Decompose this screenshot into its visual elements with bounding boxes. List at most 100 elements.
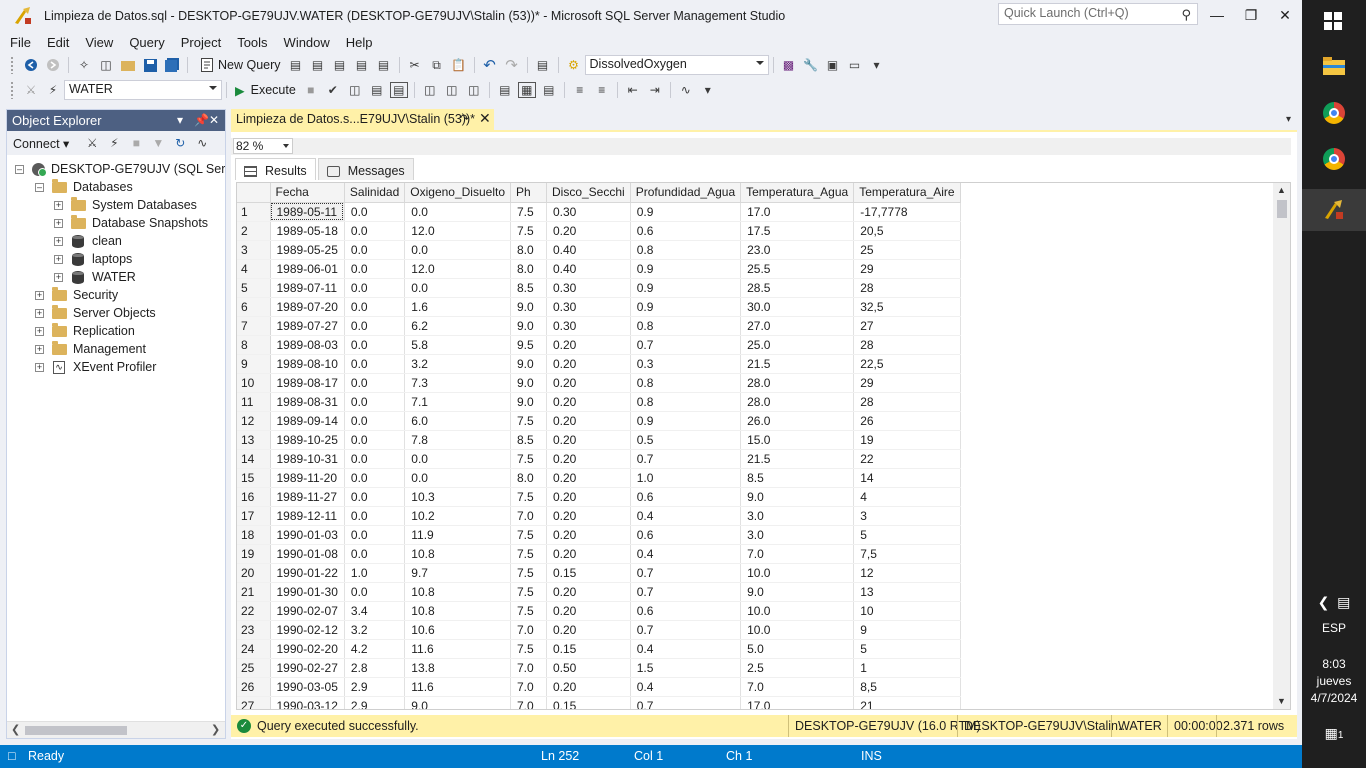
grid-cell[interactable]: 0.50 [546, 658, 631, 678]
grid-cell[interactable]: 10.8 [404, 544, 511, 564]
grid-cell[interactable]: 1989-08-03 [270, 335, 345, 355]
grid-cell[interactable]: 0.4 [630, 544, 742, 564]
grid-cell[interactable]: 3 [853, 506, 961, 526]
grid-cell[interactable]: 10.6 [404, 620, 511, 640]
grid-cell[interactable]: 0.0 [344, 335, 406, 355]
grid-cell[interactable]: 3.0 [740, 506, 855, 526]
grid-cell[interactable]: 7.5 [510, 487, 547, 507]
grid-cell[interactable]: 0.0 [344, 525, 406, 545]
table-row[interactable]: 7 1989-07-27 0.0 6.2 9.0 0.30 0.8 27.0 27 [237, 316, 961, 336]
results-to-text-icon[interactable]: ▤ [496, 82, 514, 98]
grid-cell[interactable]: 1989-10-25 [270, 430, 345, 450]
collapse-icon[interactable]: – [35, 182, 44, 192]
grid-cell[interactable]: 0.30 [546, 297, 631, 317]
tray-icons[interactable]: ❮ ▤ [1302, 594, 1366, 611]
add-item-icon[interactable]: ◫ [97, 57, 115, 73]
row-number[interactable]: 16 [237, 487, 271, 507]
grid-cell[interactable]: 26.0 [740, 411, 855, 431]
grid-cell[interactable]: 7.8 [404, 430, 511, 450]
grid-cell[interactable]: 32,5 [853, 297, 961, 317]
table-row[interactable]: 25 1990-02-27 2.8 13.8 7.0 0.50 1.5 2.5 1 [237, 658, 961, 678]
grid-cell[interactable]: 0.30 [546, 202, 631, 222]
dmx-query-icon[interactable]: ▤ [331, 57, 349, 73]
grid-cell[interactable]: 1989-05-18 [270, 221, 345, 241]
table-row[interactable]: 27 1990-03-12 2.9 9.0 7.0 0.15 0.7 17.0 21 [237, 696, 961, 709]
back-icon[interactable] [22, 57, 40, 73]
grid-cell[interactable]: 28.5 [740, 278, 855, 298]
xmla-query-icon[interactable]: ▤ [353, 57, 371, 73]
table-row[interactable]: 24 1990-02-20 4.2 11.6 7.5 0.15 0.4 5.0 5 [237, 639, 961, 659]
pin-icon[interactable]: 📌 [194, 113, 209, 127]
toolbox-icon[interactable]: ▣ [824, 57, 842, 73]
grid-cell[interactable]: 28 [853, 278, 961, 298]
grid-cell[interactable]: 10.0 [740, 601, 855, 621]
grid-cell[interactable]: 0.7 [630, 449, 742, 469]
row-number[interactable]: 21 [237, 582, 271, 602]
db-engine-query-icon[interactable]: ▤ [287, 57, 305, 73]
expand-icon[interactable]: + [54, 200, 63, 210]
grid-cell[interactable]: 0.8 [630, 316, 742, 336]
grid-cell[interactable]: 0.5 [630, 430, 742, 450]
grid-cell[interactable]: 7.5 [510, 639, 547, 659]
mdx-query-icon[interactable]: ▤ [309, 57, 327, 73]
grid-cell[interactable]: 1989-07-27 [270, 316, 345, 336]
grid-cell[interactable]: 17.5 [740, 221, 855, 241]
save-icon[interactable] [141, 57, 159, 73]
grid-cell[interactable]: 0.0 [344, 506, 406, 526]
table-row[interactable]: 23 1990-02-12 3.2 10.6 7.0 0.20 0.7 10.0 9 [237, 620, 961, 640]
grid-cell[interactable]: 6.0 [404, 411, 511, 431]
grid-cell[interactable]: 0.15 [546, 696, 631, 709]
grid-cell[interactable]: 0.0 [344, 278, 406, 298]
row-number[interactable]: 2 [237, 221, 271, 241]
table-row[interactable]: 6 1989-07-20 0.0 1.6 9.0 0.30 0.9 30.0 32,5 [237, 297, 961, 317]
grid-cell[interactable]: 0.20 [546, 487, 631, 507]
tree-node-xevent-profiler[interactable]: + ∿ XEvent Profiler [35, 358, 156, 376]
grid-cell[interactable]: 11.6 [404, 677, 511, 697]
grid-cell[interactable]: 9.0 [740, 582, 855, 602]
grid-cell[interactable]: 0.20 [546, 620, 631, 640]
grid-cell[interactable]: 20,5 [853, 221, 961, 241]
row-number[interactable]: 17 [237, 506, 271, 526]
horizontal-scrollbar[interactable]: ❮ ❯ [7, 721, 225, 738]
grid-cell[interactable]: 9.0 [404, 696, 511, 709]
grid-cell[interactable]: 0.0 [404, 240, 511, 260]
grid-cell[interactable]: 26 [853, 411, 961, 431]
row-number[interactable]: 9 [237, 354, 271, 374]
grid-cell[interactable]: 2.5 [740, 658, 855, 678]
row-number[interactable]: 8 [237, 335, 271, 355]
pin-tab-icon[interactable]: ↷ [460, 112, 469, 125]
results-grid[interactable]: Fecha Salinidad Oxigeno_Disuelto Ph Disco_Se… [236, 182, 1291, 710]
column-header[interactable]: Ph [510, 183, 547, 203]
grid-cell[interactable]: 17.0 [740, 696, 855, 709]
grid-cell[interactable]: 0.0 [344, 582, 406, 602]
expand-icon[interactable]: + [54, 218, 63, 228]
tree-node-db-laptops[interactable]: + laptops [54, 250, 132, 268]
tree-node-server[interactable]: – DESKTOP-GE79UJV (SQL Server 1 [15, 160, 225, 178]
grid-cell[interactable]: 29 [853, 259, 961, 279]
grid-cell[interactable]: 9.0 [510, 316, 547, 336]
grid-cell[interactable]: 1989-11-27 [270, 487, 345, 507]
column-header[interactable]: Disco_Secchi [546, 183, 631, 203]
grid-cell[interactable]: 0.9 [630, 278, 742, 298]
grid-cell[interactable]: 0.20 [546, 601, 631, 621]
table-row[interactable]: 3 1989-05-25 0.0 0.0 8.0 0.40 0.8 23.0 25 [237, 240, 961, 260]
grid-cell[interactable]: 1 [853, 658, 961, 678]
grid-cell[interactable]: 7.0 [510, 506, 547, 526]
panel-options-icon[interactable]: ▾ [177, 113, 183, 127]
grid-cell[interactable]: 0.9 [630, 202, 742, 222]
grid-cell[interactable]: 0.20 [546, 221, 631, 241]
grid-cell[interactable]: 0.4 [630, 506, 742, 526]
grid-cell[interactable]: 1990-03-12 [270, 696, 345, 709]
grid-cell[interactable]: 10.8 [404, 582, 511, 602]
grid-cell[interactable]: 0.6 [630, 221, 742, 241]
column-header[interactable]: Temperatura_Aire [853, 183, 961, 203]
grid-cell[interactable]: 0.20 [546, 335, 631, 355]
grid-cell[interactable]: 5 [853, 525, 961, 545]
grid-cell[interactable]: 1.5 [630, 658, 742, 678]
grid-cell[interactable]: 1989-10-31 [270, 449, 345, 469]
close-window-button[interactable]: ✕ [1268, 4, 1302, 26]
expand-icon[interactable]: + [54, 272, 63, 282]
grid-cell[interactable]: 7.5 [510, 563, 547, 583]
grid-cell[interactable]: 0.0 [344, 411, 406, 431]
grid-cell[interactable]: 7.0 [510, 658, 547, 678]
